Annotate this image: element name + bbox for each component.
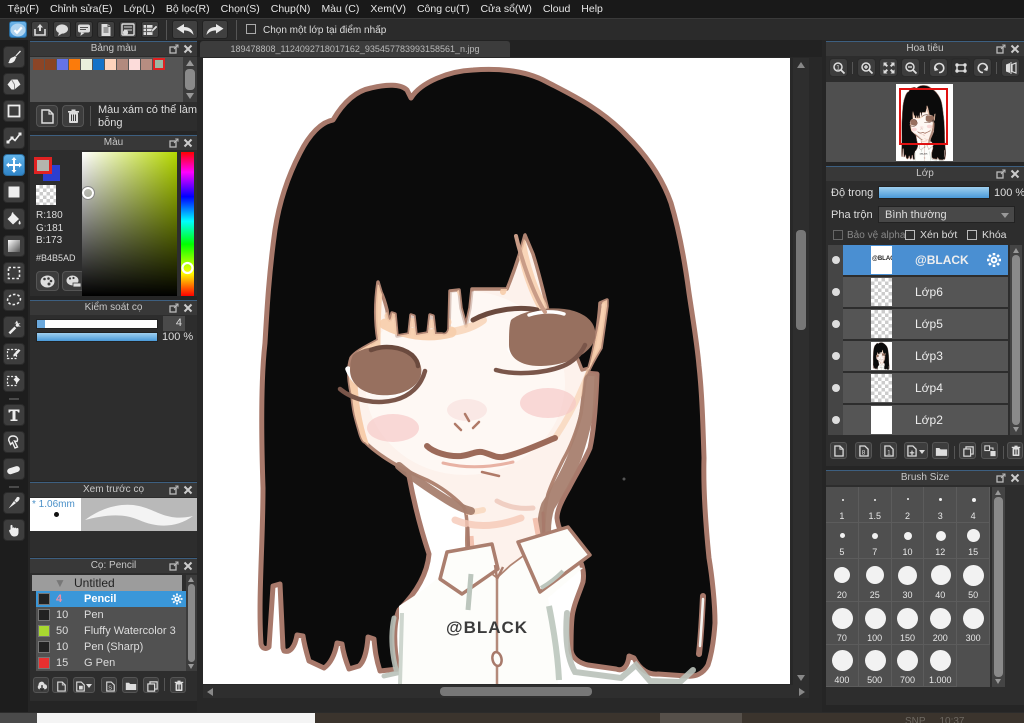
svg-text:8: 8 xyxy=(862,450,866,457)
svg-text:S: S xyxy=(108,685,112,691)
svg-text:1: 1 xyxy=(836,64,840,71)
svg-text:@BLACK: @BLACK xyxy=(446,618,528,637)
svg-text:1: 1 xyxy=(887,450,891,457)
